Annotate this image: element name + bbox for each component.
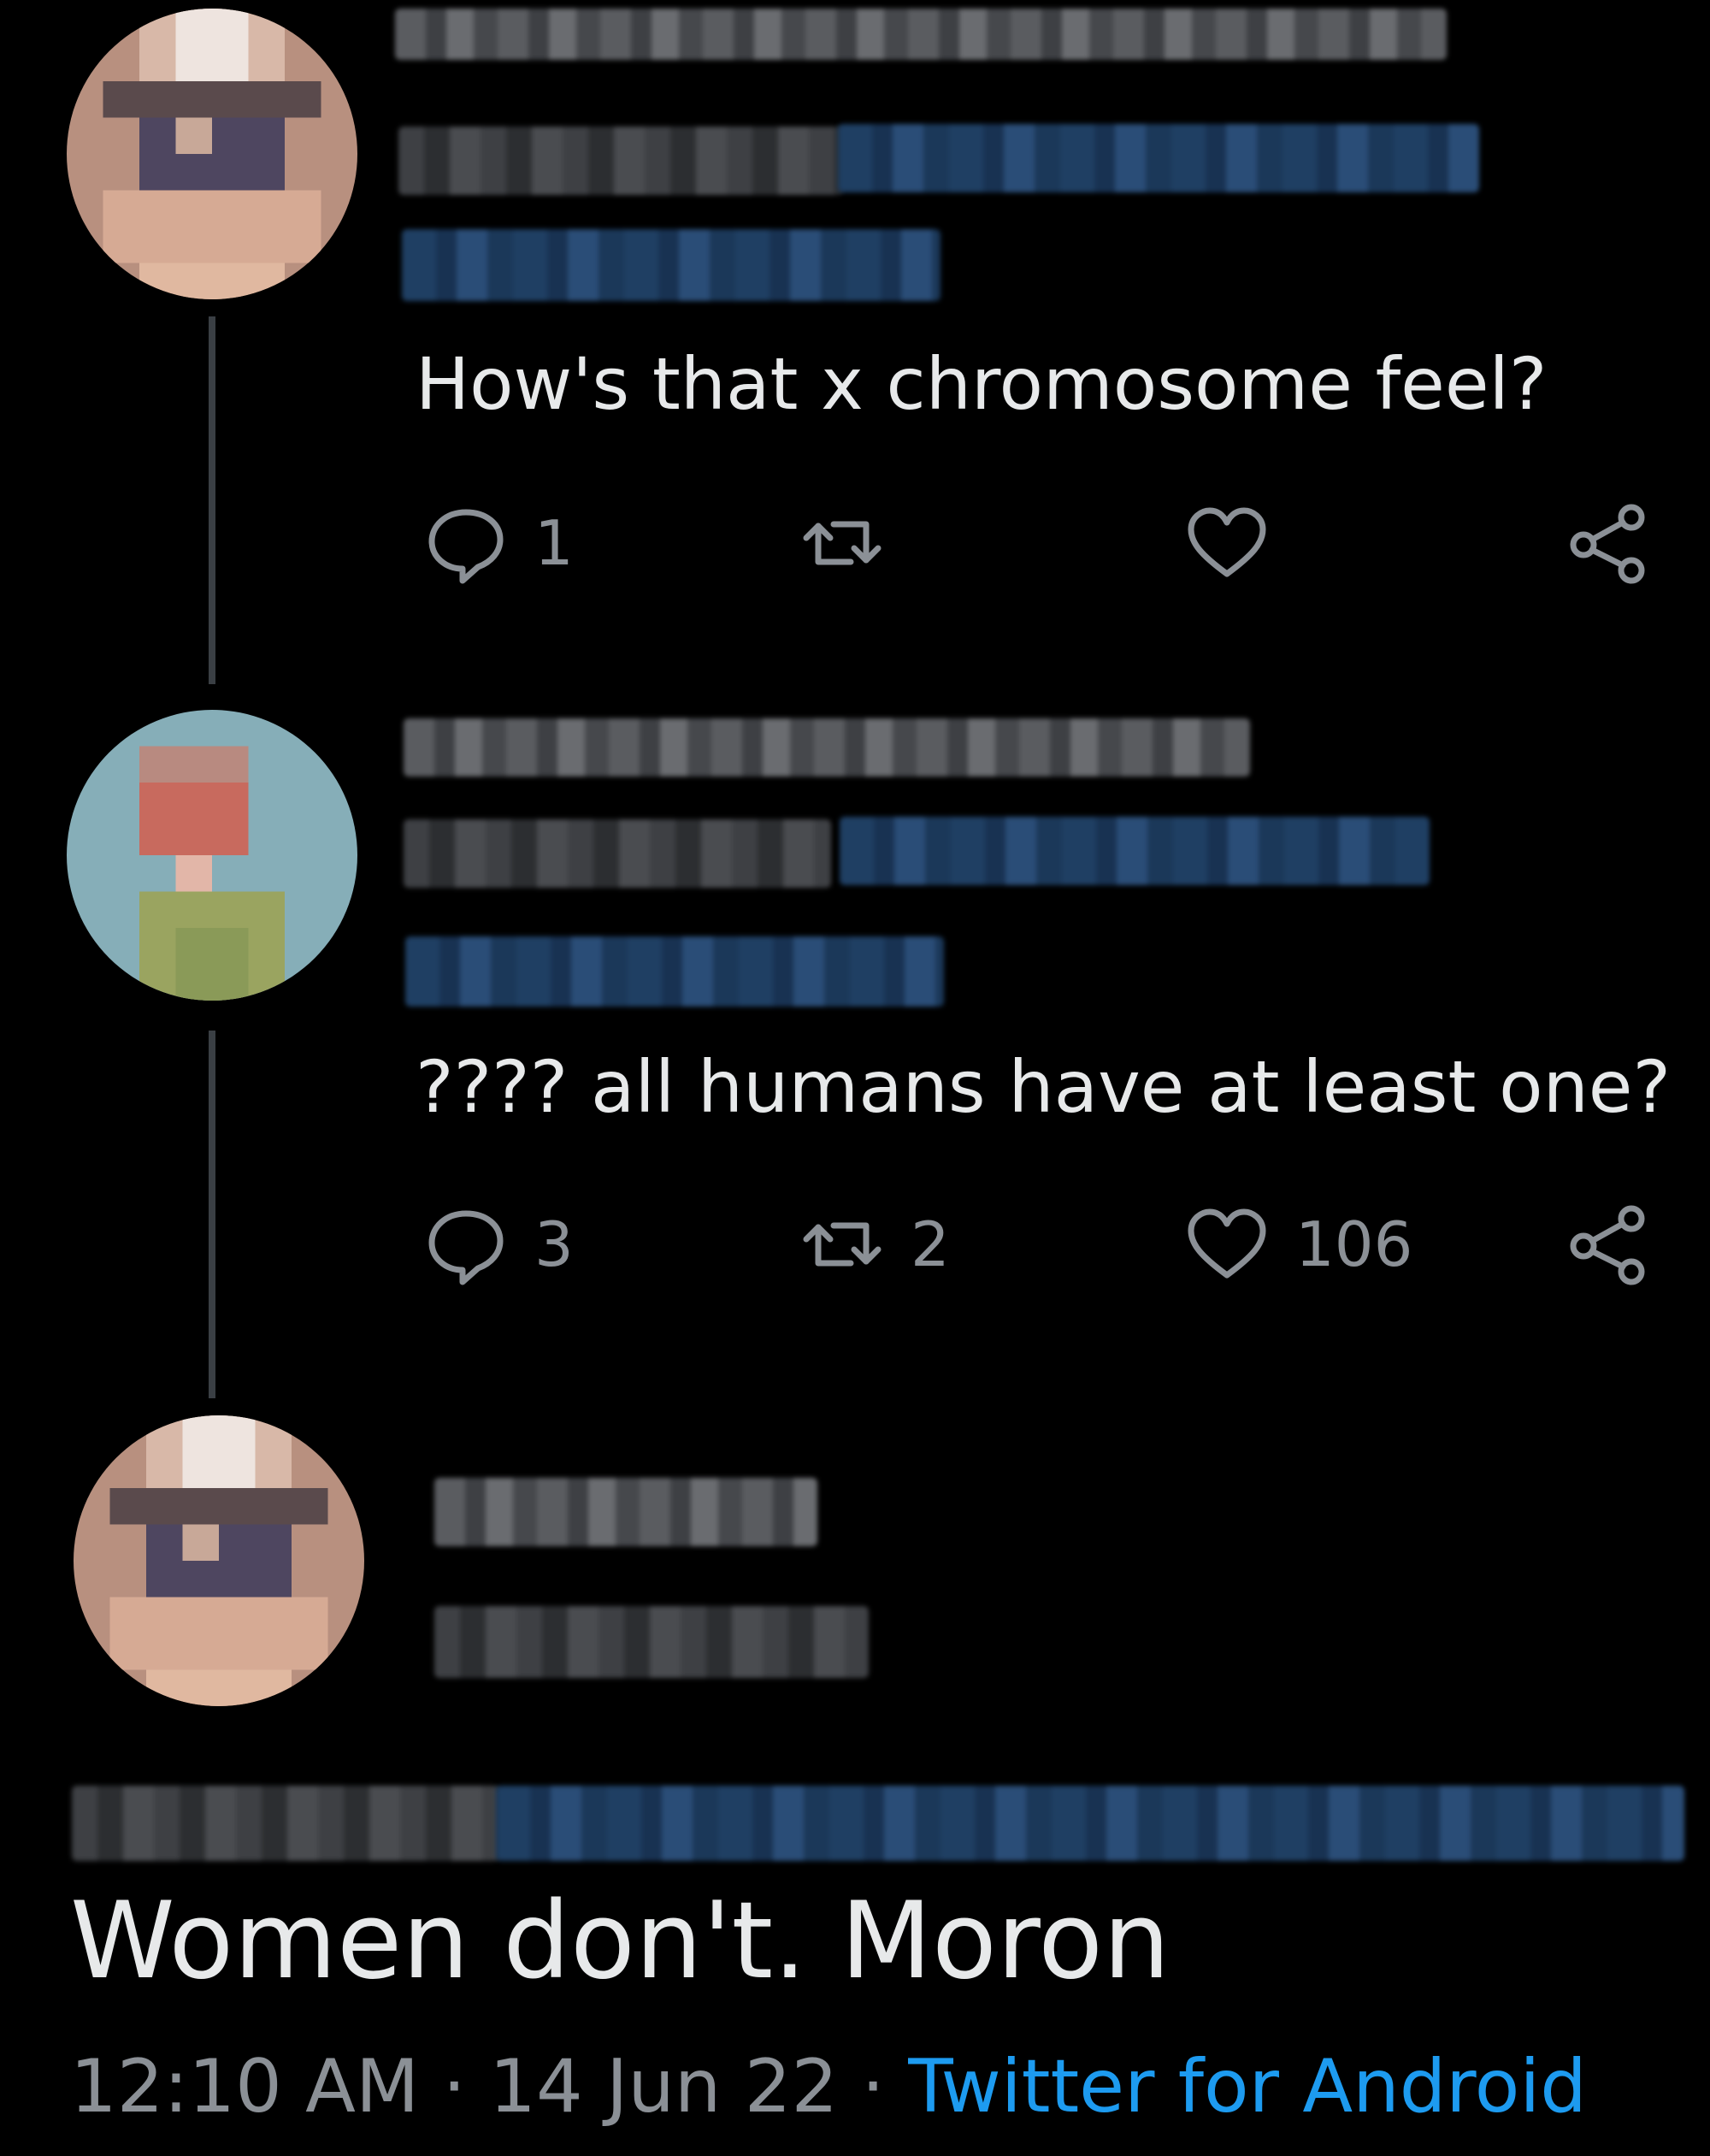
replying-to-handles-redacted[interactable] xyxy=(838,124,1479,192)
thread-connector-line xyxy=(209,1031,215,1398)
tweet-time: 12:10 AM xyxy=(70,2044,420,2129)
like-button[interactable]: 106 xyxy=(1184,1202,1412,1287)
like-count: 106 xyxy=(1295,1208,1413,1280)
tweet-source-link[interactable]: Twitter for Android xyxy=(908,2044,1587,2129)
avatar-pixelated xyxy=(67,710,357,1001)
avatar[interactable] xyxy=(74,1415,364,1706)
retweet-icon xyxy=(803,521,882,565)
reply-button[interactable]: 1 xyxy=(423,500,574,586)
retweet-button[interactable] xyxy=(799,500,911,586)
username-redacted xyxy=(434,1606,869,1678)
tweet-text: ???? all humans have at least one? xyxy=(416,1045,1672,1129)
share-icon xyxy=(1570,504,1645,584)
display-name-redacted xyxy=(404,718,1250,777)
like-button[interactable] xyxy=(1184,500,1295,586)
share-button[interactable] xyxy=(1565,500,1650,586)
reply-count: 1 xyxy=(534,507,574,579)
thread-connector-line xyxy=(209,316,215,684)
replying-to-handles-redacted[interactable] xyxy=(840,817,1430,885)
main-tweet-text: Women don't. Moron xyxy=(70,1880,1170,2003)
retweet-button[interactable]: 2 xyxy=(799,1202,950,1287)
replying-to-redacted xyxy=(72,1786,499,1861)
share-button[interactable] xyxy=(1565,1202,1650,1287)
tweet-text: How's that x chromosome feel? xyxy=(416,342,1548,426)
avatar-pixelated xyxy=(67,9,357,299)
replying-to-handles-redacted[interactable] xyxy=(402,229,940,301)
display-name-redacted xyxy=(395,9,1447,60)
reply-button[interactable]: 3 xyxy=(423,1202,574,1287)
reply-count: 3 xyxy=(534,1208,574,1280)
replying-to-redacted xyxy=(404,819,831,888)
share-icon xyxy=(1570,1205,1645,1285)
tweet-metadata: 12:10 AM · 14 Jun 22 · Twitter for Andro… xyxy=(70,2044,1587,2129)
separator: · xyxy=(442,2044,466,2129)
replying-to-redacted xyxy=(398,127,843,195)
separator: · xyxy=(861,2044,885,2129)
tweet-date: 14 Jun 22 xyxy=(489,2044,839,2129)
retweet-icon xyxy=(803,1222,882,1267)
avatar-pixelated xyxy=(74,1415,364,1706)
retweet-count: 2 xyxy=(911,1208,950,1280)
replying-to-handles-redacted[interactable] xyxy=(496,1786,1684,1861)
like-icon xyxy=(1188,1208,1266,1279)
reply-icon xyxy=(428,509,504,584)
replying-to-handles-redacted[interactable] xyxy=(405,936,944,1007)
avatar[interactable] xyxy=(67,710,357,1001)
reply-icon xyxy=(428,1210,504,1285)
avatar[interactable] xyxy=(67,9,357,299)
display-name-redacted xyxy=(434,1478,817,1546)
like-icon xyxy=(1188,507,1266,577)
